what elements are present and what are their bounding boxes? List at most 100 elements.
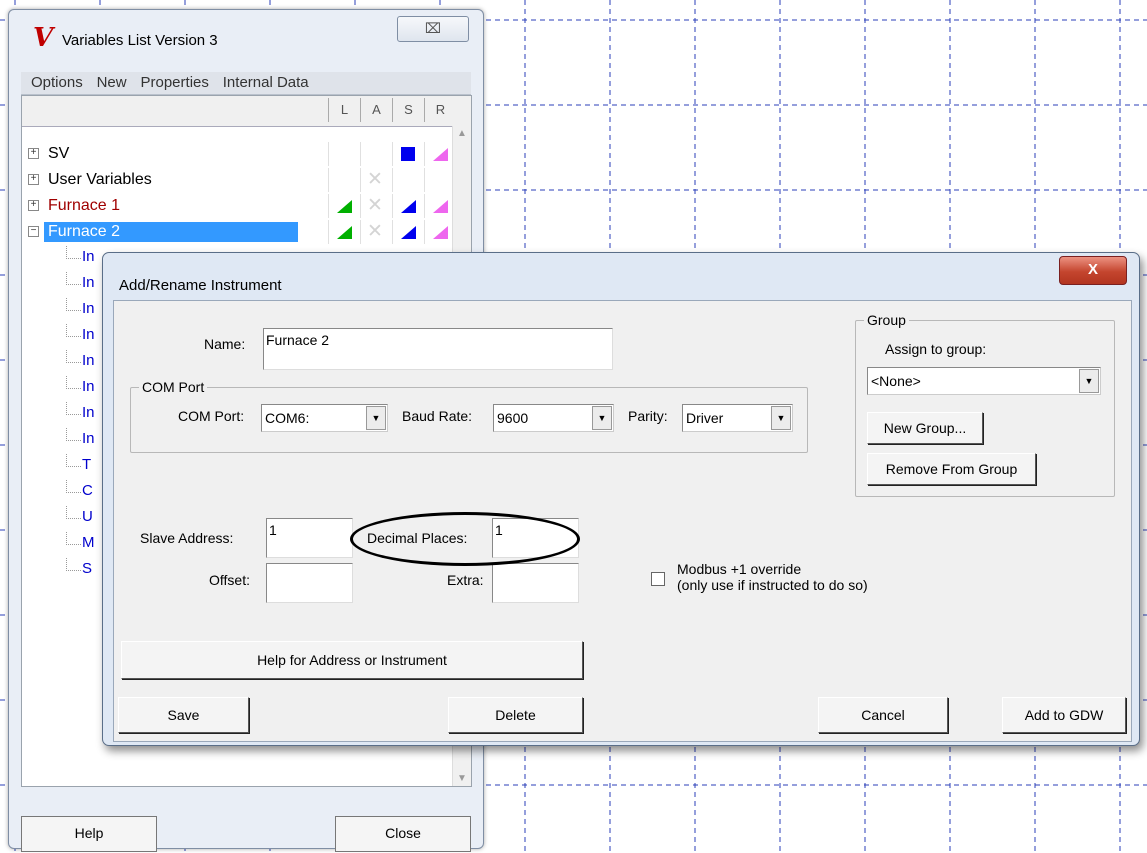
column-header: L A S R	[22, 96, 471, 127]
dialog-body: Name: Furnace 2 COM Port COM Port: COM6:…	[113, 300, 1132, 742]
tree-child-label[interactable]: In	[82, 248, 95, 265]
tree-item-user-variables[interactable]: + User Variables ✕	[22, 168, 451, 192]
delete-button[interactable]: Delete	[448, 697, 583, 733]
com-port-value: COM6:	[265, 410, 310, 426]
variables-window-titlebar[interactable]: V Variables List Version 3 ⌧	[9, 10, 483, 68]
column-header-l[interactable]: L	[328, 98, 360, 122]
new-group-button[interactable]: New Group...	[867, 412, 983, 444]
modbus-override-label[interactable]: Modbus +1 override (only use if instruct…	[677, 561, 868, 593]
highlight-ellipse	[350, 512, 580, 566]
help-address-instrument-button[interactable]: Help for Address or Instrument	[121, 641, 583, 679]
tree-child-label[interactable]: C	[82, 482, 93, 499]
modbus-override-title: Modbus +1 override	[677, 561, 802, 577]
sample-square-icon	[401, 147, 415, 161]
modbus-override-checkbox[interactable]	[651, 572, 665, 586]
alarm-cell[interactable]: ✕	[360, 168, 392, 192]
baud-rate-label: Baud Rate:	[402, 408, 473, 424]
dialog-close-button[interactable]: X	[1059, 256, 1127, 285]
parity-value: Driver	[686, 410, 724, 426]
report-triangle-icon	[433, 148, 448, 161]
tree-child-label[interactable]: U	[82, 508, 93, 525]
cancel-button[interactable]: Cancel	[818, 697, 948, 733]
sample-cell[interactable]	[392, 194, 424, 218]
column-header-a[interactable]: A	[360, 98, 392, 122]
report-triangle-icon	[433, 226, 448, 239]
expand-icon[interactable]: +	[28, 174, 39, 185]
tree-connector	[66, 272, 81, 285]
log-cell	[328, 142, 360, 166]
tree-connector	[66, 454, 81, 467]
log-triangle-icon	[337, 226, 352, 239]
tree-item-furnace-2[interactable]: − Furnace 2 ✕	[22, 220, 451, 244]
dropdown-arrow-icon[interactable]: ▼	[592, 406, 612, 430]
variables-menu-bar: Options New Properties Internal Data	[21, 72, 471, 95]
tree-item-label-selected[interactable]: Furnace 2	[44, 222, 298, 242]
tree-child-label[interactable]: T	[82, 456, 91, 473]
name-input[interactable]: Furnace 2	[263, 328, 613, 370]
column-header-r[interactable]: R	[424, 98, 456, 122]
tree-connector	[66, 350, 81, 363]
tree-child-label[interactable]: In	[82, 300, 95, 317]
tree-child-label[interactable]: S	[82, 560, 92, 577]
alarm-cell	[360, 142, 392, 166]
tree-item-label[interactable]: SV	[44, 144, 73, 164]
parity-select[interactable]: Driver ▼	[682, 404, 793, 432]
dropdown-arrow-icon[interactable]: ▼	[1079, 369, 1099, 393]
tree-child-label[interactable]: In	[82, 404, 95, 421]
sample-cell	[392, 168, 424, 192]
group-select[interactable]: <None> ▼	[867, 367, 1101, 395]
parity-label: Parity:	[628, 408, 668, 424]
tree-connector	[66, 376, 81, 389]
alarm-cell[interactable]: ✕	[360, 220, 392, 244]
tree-connector	[66, 558, 81, 571]
sample-cell[interactable]	[392, 220, 424, 244]
cross-icon: ✕	[367, 195, 383, 216]
assign-to-group-label: Assign to group:	[885, 341, 987, 357]
baud-rate-select[interactable]: 9600 ▼	[493, 404, 614, 432]
com-port-select[interactable]: COM6: ▼	[261, 404, 388, 432]
log-cell[interactable]	[328, 194, 360, 218]
column-header-s[interactable]: S	[392, 98, 424, 122]
close-button[interactable]: Close	[335, 816, 471, 852]
tree-child-label[interactable]: In	[82, 352, 95, 369]
tree-item-furnace-1[interactable]: + Furnace 1 ✕	[22, 194, 451, 218]
log-triangle-icon	[337, 200, 352, 213]
expand-icon[interactable]: +	[28, 200, 39, 211]
tree-connector	[66, 428, 81, 441]
remove-from-group-button[interactable]: Remove From Group	[867, 453, 1036, 485]
tree-child-label[interactable]: M	[82, 534, 95, 551]
offset-label: Offset:	[209, 572, 250, 588]
collapse-icon[interactable]: −	[28, 226, 39, 237]
offset-input[interactable]	[266, 563, 353, 603]
slave-address-input[interactable]: 1	[266, 518, 353, 558]
log-cell[interactable]	[328, 220, 360, 244]
tree-child-label[interactable]: In	[82, 274, 95, 291]
tree-connector	[66, 246, 81, 259]
sample-cell[interactable]	[392, 142, 424, 166]
tree-item-label[interactable]: User Variables	[44, 170, 156, 190]
scroll-up-icon[interactable]: ▲	[457, 128, 467, 139]
menu-internal-data[interactable]: Internal Data	[223, 72, 309, 94]
tree-connector	[66, 506, 81, 519]
tree-item-sv[interactable]: + SV	[22, 142, 451, 166]
tree-child-label[interactable]: In	[82, 430, 95, 447]
add-to-gdw-button[interactable]: Add to GDW	[1002, 697, 1126, 733]
scroll-down-icon[interactable]: ▼	[457, 773, 467, 784]
menu-new[interactable]: New	[97, 72, 127, 94]
slave-address-label: Slave Address:	[140, 530, 234, 546]
tree-child-label[interactable]: In	[82, 326, 95, 343]
save-button[interactable]: Save	[118, 697, 249, 733]
dropdown-arrow-icon[interactable]: ▼	[771, 406, 791, 430]
help-button[interactable]: Help	[21, 816, 157, 852]
alarm-cell[interactable]: ✕	[360, 194, 392, 218]
tree-item-label[interactable]: Furnace 1	[44, 196, 124, 216]
extra-input[interactable]	[492, 563, 579, 603]
sample-triangle-icon	[401, 226, 416, 239]
tree-child-label[interactable]: In	[82, 378, 95, 395]
menu-properties[interactable]: Properties	[141, 72, 209, 94]
dropdown-arrow-icon[interactable]: ▼	[366, 406, 386, 430]
com-port-label: COM Port:	[178, 408, 245, 424]
variables-window-close-button[interactable]: ⌧	[397, 16, 469, 42]
expand-icon[interactable]: +	[28, 148, 39, 159]
menu-options[interactable]: Options	[31, 72, 83, 94]
